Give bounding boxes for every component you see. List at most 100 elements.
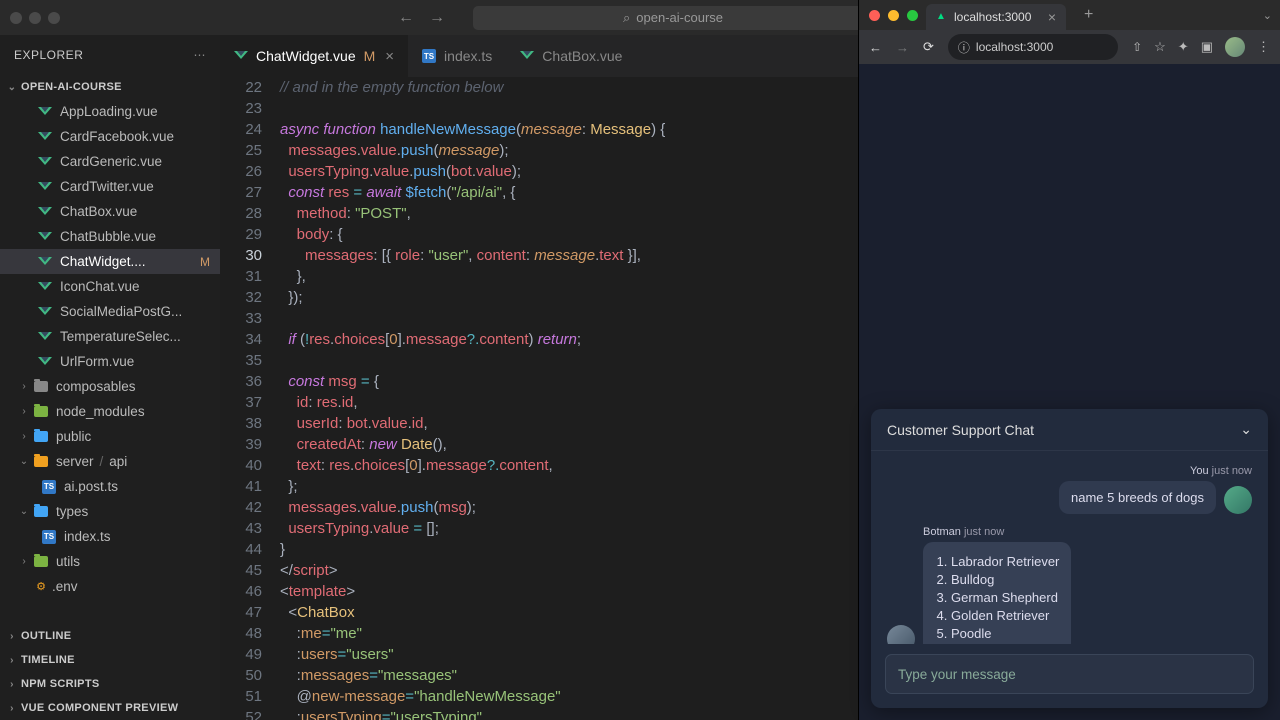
close-icon[interactable]: × bbox=[385, 48, 394, 65]
vue-icon bbox=[38, 305, 52, 319]
file-chatbox[interactable]: ChatBox.vue bbox=[0, 199, 220, 224]
file-types-index[interactable]: TSindex.ts bbox=[0, 524, 220, 549]
editor: ChatWidget.vue M × TS index.ts ChatBox.v… bbox=[220, 35, 858, 720]
maximize-icon[interactable] bbox=[907, 10, 918, 21]
folder-icon bbox=[34, 506, 48, 517]
new-tab-icon[interactable]: + bbox=[1084, 6, 1093, 24]
chevron-right-icon: › bbox=[6, 655, 18, 666]
folder-icon bbox=[34, 556, 48, 567]
chevron-down-icon[interactable]: ⌄ bbox=[1240, 421, 1252, 438]
close-icon[interactable] bbox=[10, 12, 22, 24]
vscode-window: ← → ⌕ open-ai-course EXPLORER ⋯ ⌄ OPEN-A… bbox=[0, 0, 858, 720]
chevron-down-icon: ⌄ bbox=[18, 456, 30, 467]
file-urlform[interactable]: UrlForm.vue bbox=[0, 349, 220, 374]
project-section[interactable]: ⌄ OPEN-AI-COURSE bbox=[0, 75, 220, 99]
placeholder-text: Type your message bbox=[898, 667, 1016, 682]
forward-icon[interactable]: → bbox=[896, 40, 909, 55]
close-icon[interactable] bbox=[869, 10, 880, 21]
forward-icon[interactable]: → bbox=[429, 9, 445, 27]
nuxt-icon: ▲ bbox=[936, 11, 948, 23]
reload-icon[interactable]: ⟳ bbox=[923, 39, 934, 55]
ts-icon: TS bbox=[42, 530, 56, 544]
file-iconchat[interactable]: IconChat.vue bbox=[0, 274, 220, 299]
vue-icon bbox=[38, 130, 52, 144]
search-text: open-ai-course bbox=[636, 10, 723, 25]
panel-icon[interactable]: ▣ bbox=[1201, 39, 1213, 55]
file-cardfacebook[interactable]: CardFacebook.vue bbox=[0, 124, 220, 149]
file-apploading[interactable]: AppLoading.vue bbox=[0, 99, 220, 124]
source-code[interactable]: // and in the empty function below async… bbox=[280, 77, 858, 720]
project-name: OPEN-AI-COURSE bbox=[21, 81, 122, 93]
chevron-down-icon: ⌄ bbox=[18, 506, 30, 517]
tab-chatbox[interactable]: ChatBox.vue bbox=[506, 35, 636, 77]
profile-avatar[interactable] bbox=[1225, 37, 1245, 57]
maximize-icon[interactable] bbox=[48, 12, 60, 24]
modified-badge: M bbox=[200, 255, 210, 269]
file-chatbubble[interactable]: ChatBubble.vue bbox=[0, 224, 220, 249]
code-editor[interactable]: 2223242526272829303132333435363738394041… bbox=[220, 77, 858, 720]
editor-tabs: ChatWidget.vue M × TS index.ts ChatBox.v… bbox=[220, 35, 858, 77]
panel-outline[interactable]: ›OUTLINE bbox=[0, 624, 220, 648]
file-social[interactable]: SocialMediaPostG... bbox=[0, 299, 220, 324]
browser-viewport: Customer Support Chat ⌄ You just now nam… bbox=[859, 64, 1280, 720]
chat-bubble: Labrador RetrieverBulldogGerman Shepherd… bbox=[923, 542, 1071, 644]
share-icon[interactable]: ⇧ bbox=[1132, 40, 1142, 54]
chevron-down-icon[interactable]: ⌄ bbox=[1263, 9, 1272, 22]
file-aipost[interactable]: TSai.post.ts bbox=[0, 474, 220, 499]
folder-icon bbox=[34, 431, 48, 442]
back-icon[interactable]: ← bbox=[869, 40, 882, 55]
chat-header[interactable]: Customer Support Chat ⌄ bbox=[871, 409, 1268, 451]
vue-icon bbox=[234, 49, 248, 63]
line-gutter: 2223242526272829303132333435363738394041… bbox=[220, 77, 280, 720]
panel-timeline[interactable]: ›TIMELINE bbox=[0, 648, 220, 672]
minimize-icon[interactable] bbox=[888, 10, 899, 21]
chat-input[interactable]: Type your message bbox=[885, 654, 1254, 694]
avatar bbox=[887, 625, 915, 644]
file-temp[interactable]: TemperatureSelec... bbox=[0, 324, 220, 349]
file-chatwidget[interactable]: ChatWidget....M bbox=[0, 249, 220, 274]
avatar bbox=[1224, 486, 1252, 514]
vue-icon bbox=[520, 49, 534, 63]
explorer-title: EXPLORER bbox=[14, 48, 83, 62]
folder-node-modules[interactable]: ›node_modules bbox=[0, 399, 220, 424]
vue-icon bbox=[38, 230, 52, 244]
file-cardtwitter[interactable]: CardTwitter.vue bbox=[0, 174, 220, 199]
folder-public[interactable]: ›public bbox=[0, 424, 220, 449]
chevron-right-icon: › bbox=[18, 431, 30, 442]
vue-icon bbox=[38, 355, 52, 369]
folder-types[interactable]: ⌄types bbox=[0, 499, 220, 524]
panel-vuepreview[interactable]: ›VUE COMPONENT PREVIEW bbox=[0, 696, 220, 720]
window-controls[interactable] bbox=[10, 12, 60, 24]
vue-icon bbox=[38, 255, 52, 269]
nav-arrows: ← → bbox=[398, 9, 445, 27]
url-input[interactable]: ⓘ localhost:3000 bbox=[948, 34, 1118, 60]
file-cardgeneric[interactable]: CardGeneric.vue bbox=[0, 149, 220, 174]
folder-icon bbox=[34, 406, 48, 417]
vue-icon bbox=[38, 330, 52, 344]
vue-icon bbox=[38, 180, 52, 194]
back-icon[interactable]: ← bbox=[398, 9, 414, 27]
tab-chatwidget[interactable]: ChatWidget.vue M × bbox=[220, 35, 408, 77]
tab-index[interactable]: TS index.ts bbox=[408, 35, 506, 77]
folder-icon bbox=[34, 456, 48, 467]
bookmark-icon[interactable]: ☆ bbox=[1154, 39, 1166, 55]
ts-icon: TS bbox=[422, 49, 436, 63]
chevron-down-icon: ⌄ bbox=[6, 82, 18, 93]
url-text: localhost:3000 bbox=[976, 40, 1053, 54]
menu-icon[interactable]: ⋮ bbox=[1257, 39, 1270, 55]
minimize-icon[interactable] bbox=[29, 12, 41, 24]
browser-tab[interactable]: ▲ localhost:3000 × bbox=[926, 4, 1066, 30]
modified-badge: M bbox=[364, 48, 376, 64]
folder-server[interactable]: ⌄server/api bbox=[0, 449, 220, 474]
chat-title: Customer Support Chat bbox=[887, 422, 1034, 438]
folder-composables[interactable]: ›composables bbox=[0, 374, 220, 399]
panel-npm[interactable]: ›NPM SCRIPTS bbox=[0, 672, 220, 696]
search-icon: ⌕ bbox=[623, 10, 630, 26]
more-icon[interactable]: ⋯ bbox=[194, 48, 207, 62]
extensions-icon[interactable]: ✦ bbox=[1178, 39, 1189, 55]
folder-utils[interactable]: ›utils bbox=[0, 549, 220, 574]
chevron-right-icon: › bbox=[6, 703, 18, 714]
command-search[interactable]: ⌕ open-ai-course bbox=[473, 6, 873, 30]
file-env[interactable]: ›⚙.env bbox=[0, 574, 220, 599]
close-icon[interactable]: × bbox=[1048, 9, 1056, 25]
